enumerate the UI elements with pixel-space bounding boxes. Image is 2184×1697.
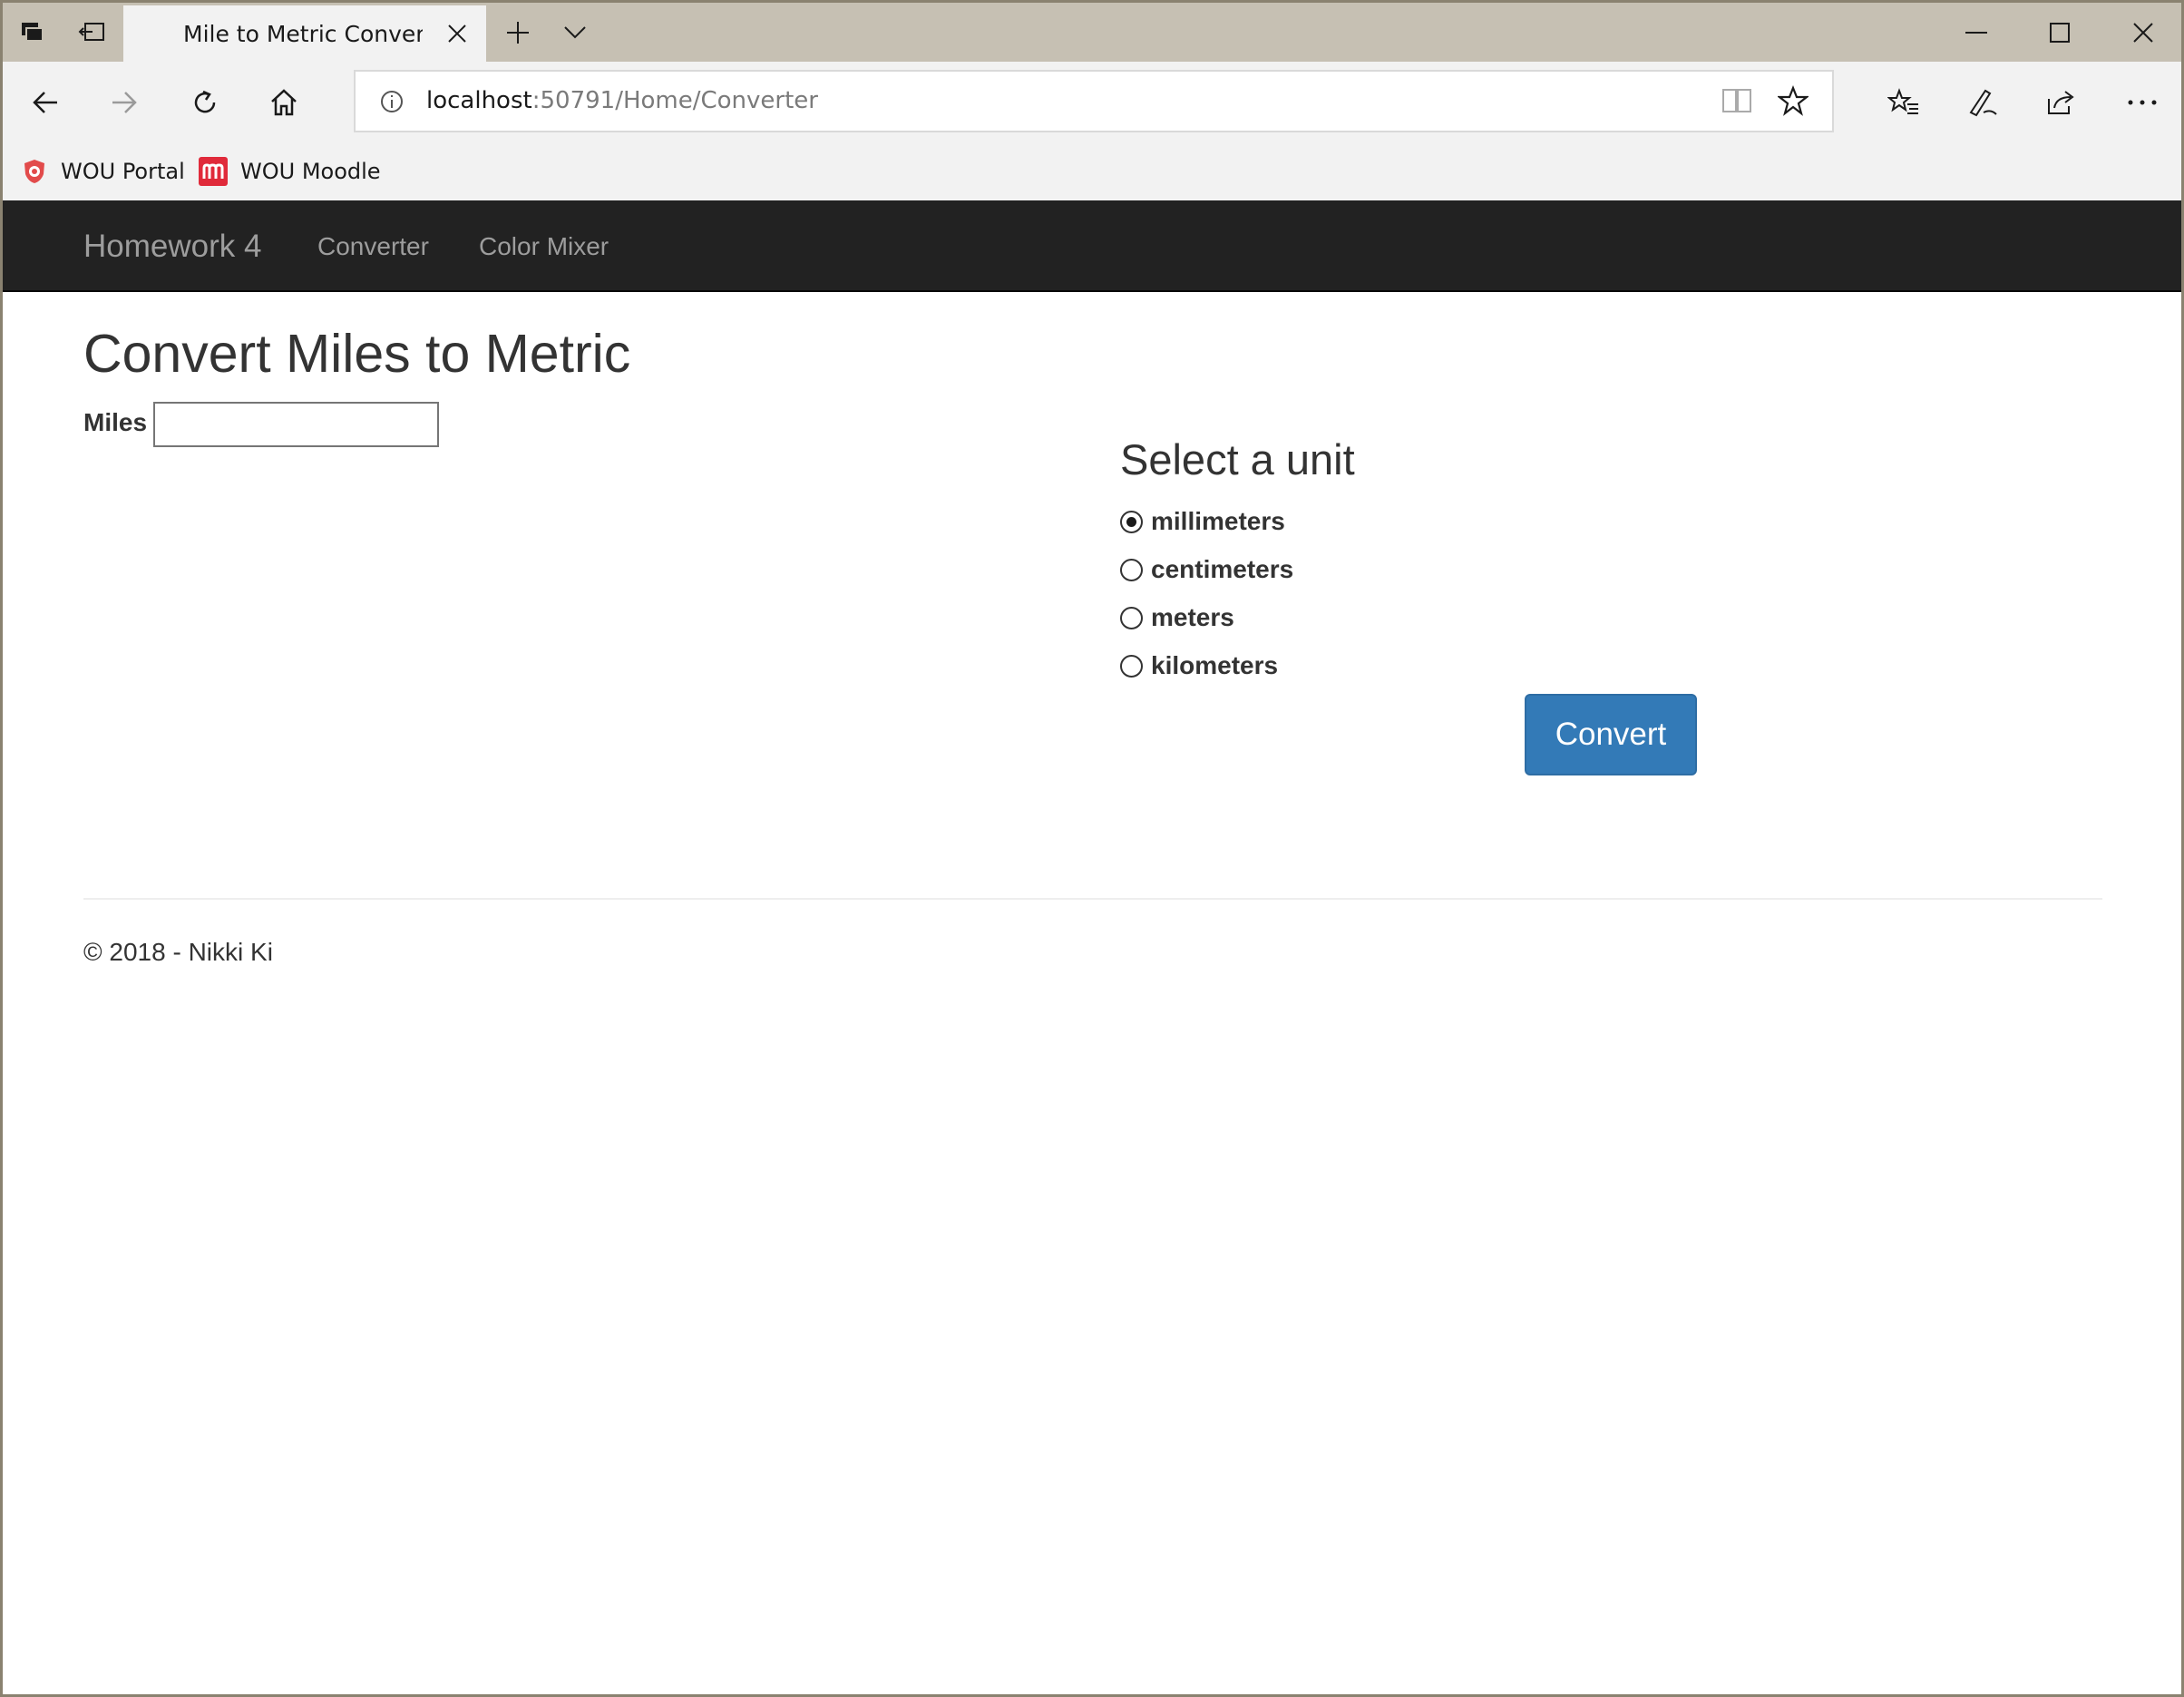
radio-meters[interactable]: [1120, 606, 1143, 629]
unit-option-kilometers[interactable]: kilometers: [1120, 648, 1278, 684]
convert-button[interactable]: Convert: [1525, 694, 1697, 775]
radio-kilometers[interactable]: [1120, 654, 1143, 678]
radio-label: millimeters: [1151, 507, 1285, 535]
close-window-icon[interactable]: [2101, 3, 2181, 62]
radio-millimeters[interactable]: [1120, 510, 1143, 533]
radio-label: meters: [1151, 603, 1234, 631]
favorite-label: WOU Portal: [61, 159, 185, 184]
miles-label: Miles: [83, 408, 148, 436]
set-tabs-aside-icon[interactable]: [63, 3, 122, 62]
moodle-icon: [199, 157, 228, 186]
wou-portal-icon: [21, 158, 48, 185]
tab-manager-icon[interactable]: [3, 3, 63, 62]
favorite-star-icon[interactable]: [1776, 85, 1810, 121]
back-icon[interactable]: [14, 62, 77, 142]
web-page: Homework 4 Converter Color Mixer Convert…: [3, 200, 2181, 1694]
info-icon[interactable]: [379, 89, 405, 119]
favorite-wou-moodle[interactable]: WOU Moodle: [199, 142, 381, 200]
address-host: localhost: [426, 87, 532, 114]
unit-heading: Select a unit: [1120, 435, 1355, 483]
page-title: Convert Miles to Metric: [83, 324, 631, 384]
address-bar[interactable]: localhost:50791/Home/Converter: [354, 70, 1834, 132]
forward-icon[interactable]: [93, 62, 156, 142]
radio-centimeters[interactable]: [1120, 558, 1143, 581]
miles-input[interactable]: [153, 402, 439, 447]
radio-label: centimeters: [1151, 555, 1294, 583]
share-icon[interactable]: [2030, 62, 2093, 142]
favorites-hub-icon[interactable]: [1872, 62, 1935, 142]
unit-option-centimeters[interactable]: centimeters: [1120, 551, 1293, 588]
footer-copyright: © 2018 - Nikki Ki: [83, 938, 273, 966]
nav-link-color-mixer[interactable]: Color Mixer: [479, 200, 609, 292]
tab-preview-chevron-icon[interactable]: [550, 3, 600, 62]
nav-link-converter[interactable]: Converter: [317, 200, 429, 292]
reading-view-icon[interactable]: [1721, 87, 1752, 119]
new-tab-icon[interactable]: [486, 3, 550, 62]
home-icon[interactable]: [252, 62, 316, 142]
site-brand-link[interactable]: Homework 4: [83, 200, 261, 292]
tab-active[interactable]: Mile to Metric Converte: [123, 5, 486, 62]
favorite-wou-portal[interactable]: WOU Portal: [21, 142, 185, 200]
browser-toolbar: localhost:50791/Home/Converter: [3, 62, 2181, 142]
more-options-icon[interactable]: [2111, 62, 2174, 142]
address-url[interactable]: localhost:50791/Home/Converter: [426, 72, 818, 131]
web-note-pen-icon[interactable]: [1951, 62, 2014, 142]
unit-option-millimeters[interactable]: millimeters: [1120, 503, 1285, 540]
tab-title: Mile to Metric Converte: [183, 20, 423, 47]
unit-option-meters[interactable]: meters: [1120, 600, 1234, 636]
site-navbar: Homework 4 Converter Color Mixer: [3, 200, 2181, 292]
favorite-label: WOU Moodle: [240, 159, 381, 184]
tab-bar: Mile to Metric Converte: [3, 3, 2181, 62]
minimize-icon[interactable]: [1935, 3, 2018, 62]
maximize-icon[interactable]: [2018, 3, 2101, 62]
close-tab-icon[interactable]: [437, 5, 477, 62]
radio-label: kilometers: [1151, 651, 1279, 679]
footer-divider: [83, 898, 2102, 900]
refresh-icon[interactable]: [173, 62, 237, 142]
browser-window: Mile to Metric Converte localhost:50791/…: [0, 0, 2184, 1697]
favorites-bar: WOU Portal WOU Moodle: [3, 142, 2181, 200]
address-path: :50791/Home/Converter: [531, 87, 818, 114]
